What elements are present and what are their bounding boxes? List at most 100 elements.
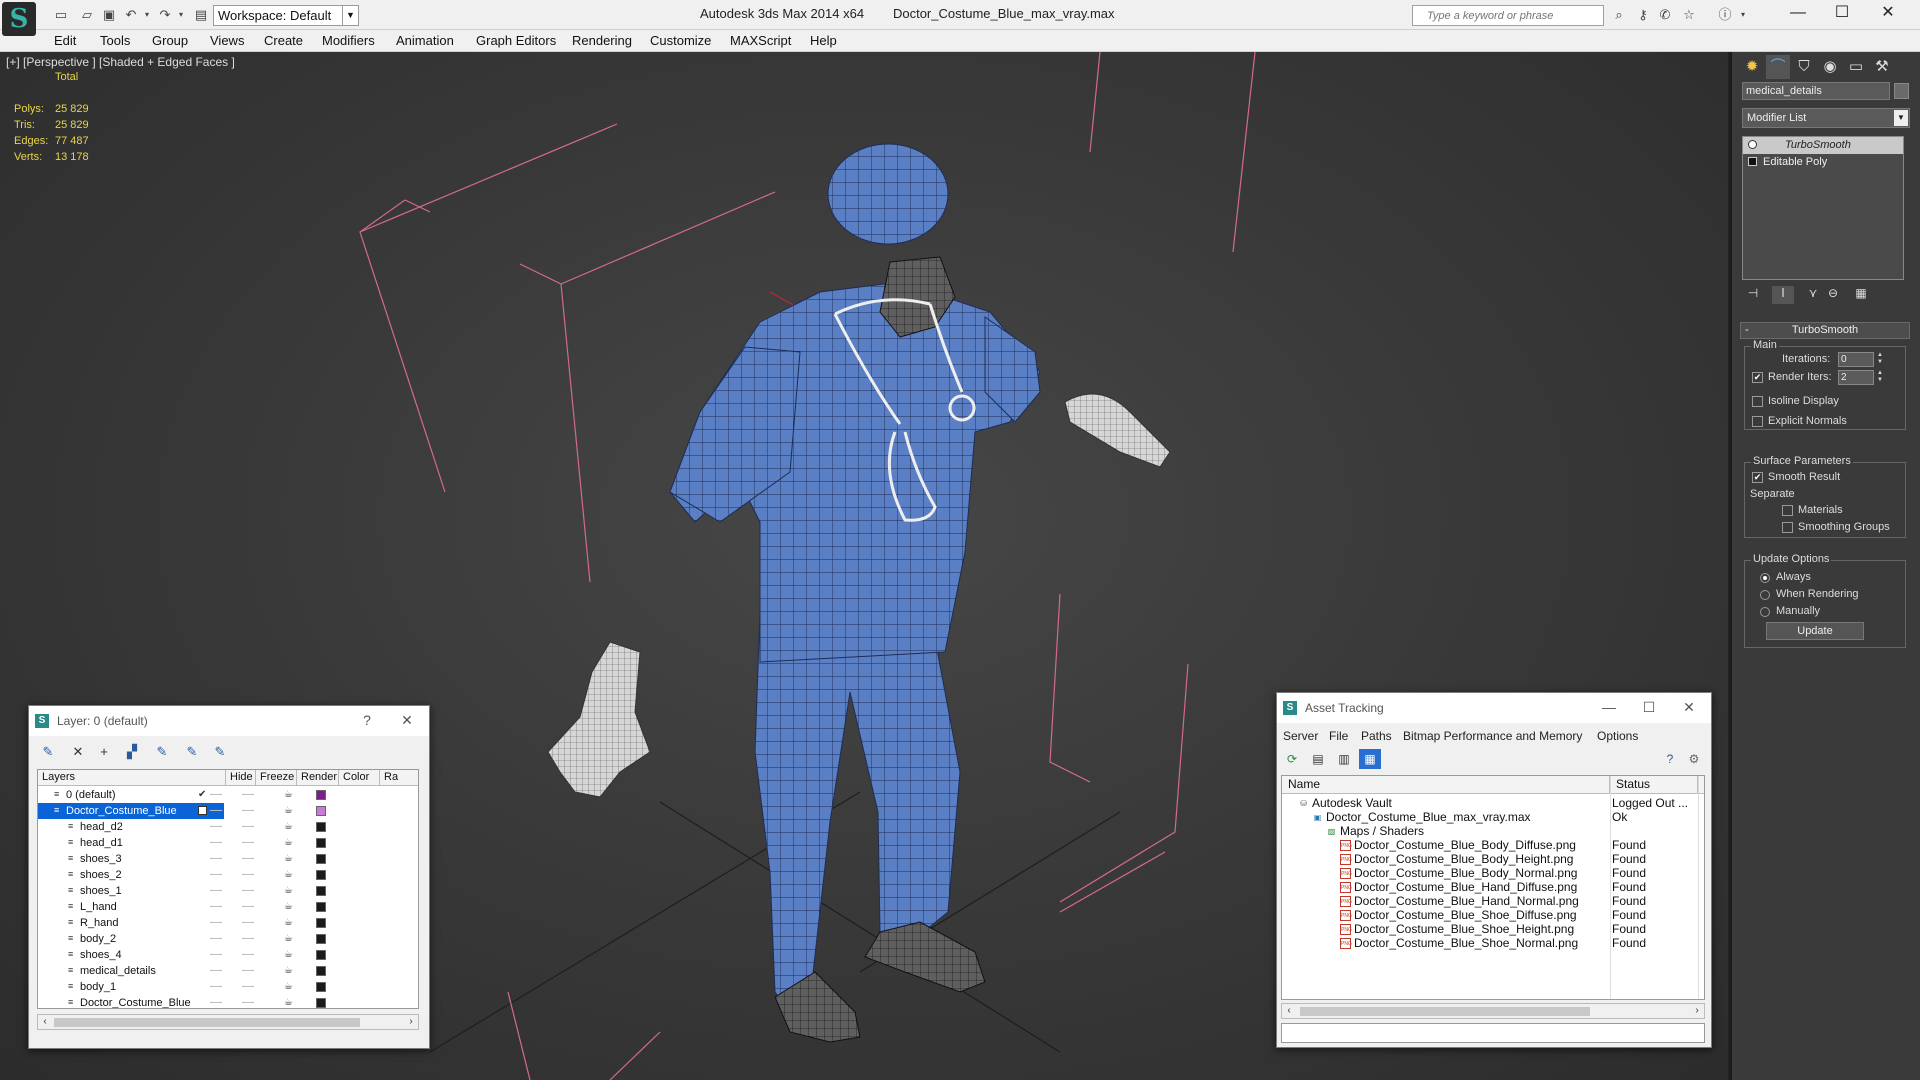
help-dropdown-icon[interactable]: ▾	[1734, 7, 1752, 23]
manually-radio[interactable]	[1760, 607, 1770, 617]
hide-toggle[interactable]	[210, 890, 222, 891]
viewport-label[interactable]: [+] [Perspective ] [Shaded + Edged Faces…	[6, 55, 235, 69]
maximize-button[interactable]: ☐	[1820, 0, 1864, 28]
close-button[interactable]: ✕	[1866, 0, 1910, 28]
menu-options[interactable]: Options	[1597, 729, 1638, 743]
scroll-left-icon[interactable]: ‹	[38, 1015, 52, 1029]
hide-toggle[interactable]	[210, 954, 222, 955]
render-teapot-icon[interactable]: ☕	[284, 803, 294, 819]
update-button[interactable]: Update	[1766, 622, 1864, 640]
col-hide[interactable]: Hide	[226, 770, 256, 786]
smooth-result-checkbox[interactable]: ✔	[1752, 472, 1763, 483]
create-layer-icon[interactable]: ✎	[37, 742, 59, 762]
col-status[interactable]: Status	[1610, 776, 1698, 794]
set-current-box-icon[interactable]	[198, 806, 207, 815]
render-teapot-icon[interactable]: ☕	[284, 963, 294, 979]
scroll-left-icon[interactable]: ‹	[1282, 1004, 1296, 1018]
layer-row[interactable]: ≡ body_2 ☕	[38, 931, 418, 947]
layer-name[interactable]: shoes_3	[80, 851, 122, 867]
smoothing-groups-checkbox[interactable]	[1782, 522, 1793, 533]
stack-item-turbosmooth[interactable]: TurboSmooth	[1743, 137, 1903, 154]
redo-dropdown-icon[interactable]: ▾	[172, 7, 190, 23]
hide-toggle[interactable]	[210, 906, 222, 907]
workspace-dropdown[interactable]: Workspace: Default ▼	[213, 5, 359, 26]
lightbulb-icon[interactable]	[1748, 140, 1757, 149]
layer-color-swatch[interactable]	[316, 902, 326, 912]
col-layers[interactable]: Layers	[38, 770, 226, 786]
isoline-checkbox[interactable]	[1752, 396, 1763, 407]
list-view-icon[interactable]: ▤	[1307, 749, 1329, 769]
layer-color-swatch[interactable]	[316, 998, 326, 1008]
layer-row[interactable]: ≡ medical_details ☕	[38, 963, 418, 979]
col-render[interactable]: Render	[297, 770, 339, 786]
layer-row[interactable]: ≡ Doctor_Costume_Blue ☕	[38, 803, 418, 819]
col-extra[interactable]	[1698, 776, 1704, 794]
freeze-toggle[interactable]	[242, 842, 254, 843]
communication-icon[interactable]: ✆	[1656, 7, 1674, 23]
render-teapot-icon[interactable]: ☕	[284, 835, 294, 851]
materials-checkbox[interactable]	[1782, 505, 1793, 516]
app-logo-icon[interactable]: S	[2, 2, 36, 36]
layer-color-swatch[interactable]	[316, 950, 326, 960]
layer-row[interactable]: ≡ head_d2 ☕	[38, 819, 418, 835]
save-icon[interactable]: ▣	[100, 7, 118, 23]
col-freeze[interactable]: Freeze	[256, 770, 297, 786]
hide-toggle[interactable]	[210, 986, 222, 987]
hierarchy-tab-icon[interactable]: ⛉	[1792, 55, 1816, 79]
render-teapot-icon[interactable]: ☕	[284, 819, 294, 835]
scroll-thumb[interactable]	[54, 1018, 360, 1027]
close-button[interactable]: ✕	[389, 706, 425, 736]
layer-color-swatch[interactable]	[316, 966, 326, 976]
menu-server[interactable]: Server	[1283, 729, 1318, 743]
scroll-thumb[interactable]	[1300, 1007, 1590, 1016]
col-radiosity[interactable]: Ra	[380, 770, 418, 786]
motion-tab-icon[interactable]: ◉	[1818, 55, 1842, 79]
stack-item-editable-poly[interactable]: Editable Poly	[1743, 154, 1903, 171]
menu-file[interactable]: File	[1329, 729, 1348, 743]
freeze-toggle[interactable]	[242, 922, 254, 923]
make-unique-icon[interactable]: ⋎	[1802, 286, 1824, 304]
freeze-toggle[interactable]	[242, 874, 254, 875]
menu-tools[interactable]: Tools	[100, 33, 130, 48]
asset-path-field[interactable]	[1281, 1023, 1705, 1043]
new-file-icon[interactable]: ▭	[52, 7, 70, 23]
current-layer-check-icon[interactable]: ✔	[198, 787, 208, 803]
menu-rendering[interactable]: Rendering	[572, 33, 632, 48]
render-iters-spinner[interactable]: 2	[1838, 370, 1874, 385]
layer-row[interactable]: ≡ shoes_4 ☕	[38, 947, 418, 963]
hide-toggle[interactable]	[210, 810, 222, 811]
layer-row[interactable]: ≡ shoes_3 ☕	[38, 851, 418, 867]
freeze-toggle[interactable]	[242, 810, 254, 811]
menu-maxscript[interactable]: MAXScript	[730, 33, 791, 48]
render-teapot-icon[interactable]: ☕	[284, 883, 294, 899]
freeze-toggle[interactable]	[242, 938, 254, 939]
render-teapot-icon[interactable]: ☕	[284, 867, 294, 883]
layer-color-swatch[interactable]	[316, 822, 326, 832]
layer-row[interactable]: ≡ R_hand ☕	[38, 915, 418, 931]
menu-create[interactable]: Create	[264, 33, 303, 48]
freeze-toggle[interactable]	[242, 986, 254, 987]
hide-toggle[interactable]	[210, 970, 222, 971]
layer-row[interactable]: ≡ shoes_1 ☕	[38, 883, 418, 899]
menu-graph-editors[interactable]: Graph Editors	[476, 33, 556, 48]
layer-scrollbar[interactable]: ‹ ›	[37, 1014, 419, 1030]
freeze-toggle[interactable]	[242, 794, 254, 795]
menu-customize[interactable]: Customize	[650, 33, 711, 48]
undo-dropdown-icon[interactable]: ▾	[138, 7, 156, 23]
freeze-all-icon[interactable]: ✎	[209, 742, 231, 762]
utilities-tab-icon[interactable]: ⚒	[1870, 55, 1894, 79]
hide-toggle[interactable]	[210, 826, 222, 827]
layer-row[interactable]: ≡ L_hand ☕	[38, 899, 418, 915]
explicit-normals-checkbox[interactable]	[1752, 416, 1763, 427]
spinner-arrows-icon[interactable]: ▲ ▼	[1877, 352, 1885, 367]
render-teapot-icon[interactable]: ☕	[284, 851, 294, 867]
layer-name[interactable]: shoes_4	[80, 947, 122, 963]
layer-name[interactable]: 0 (default)	[66, 787, 116, 803]
render-teapot-icon[interactable]: ☕	[284, 899, 294, 915]
scroll-right-icon[interactable]: ›	[404, 1015, 418, 1029]
layer-color-swatch[interactable]	[316, 838, 326, 848]
menu-bitmap-performance[interactable]: Bitmap Performance and Memory	[1403, 729, 1582, 743]
maximize-button[interactable]: ☐	[1631, 693, 1667, 723]
layer-row[interactable]: ≡ Doctor_Costume_Blue ☕	[38, 995, 418, 1008]
layer-row[interactable]: ≡ head_d1 ☕	[38, 835, 418, 851]
